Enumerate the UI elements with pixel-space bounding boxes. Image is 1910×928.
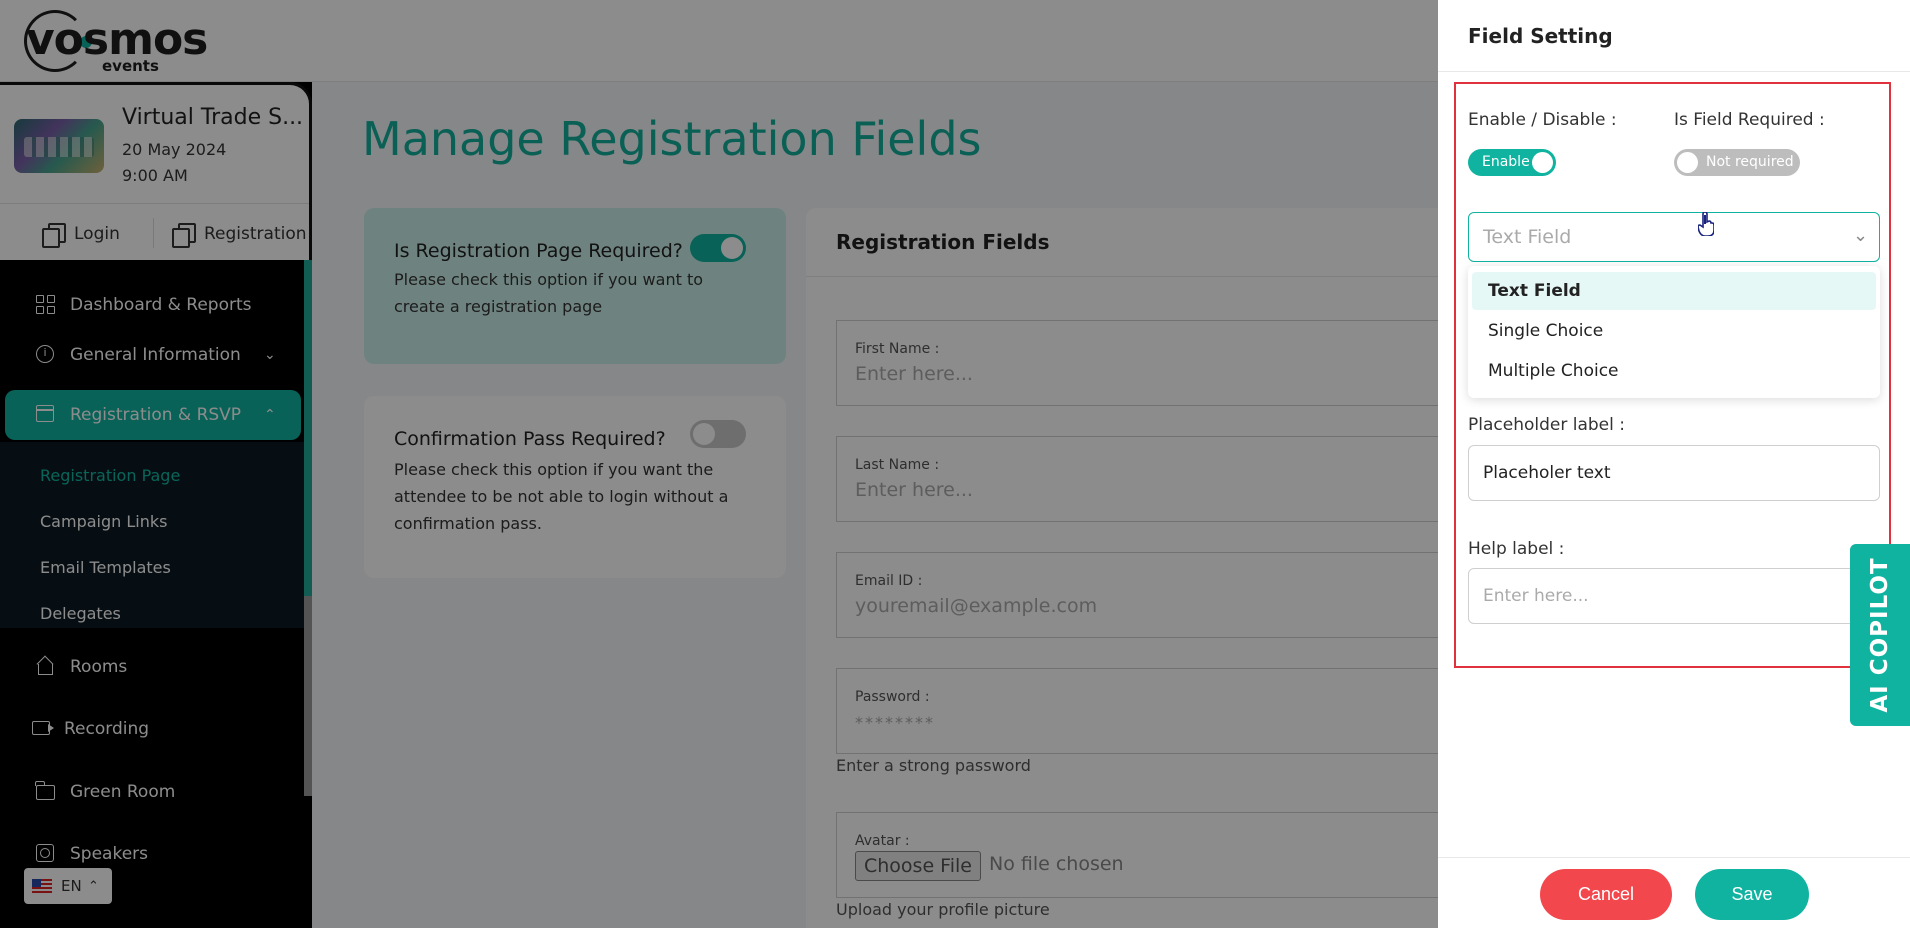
cancel-button[interactable]: Cancel <box>1540 869 1672 920</box>
save-button[interactable]: Save <box>1695 869 1809 920</box>
enable-disable-label: Enable / Disable : <box>1468 110 1617 130</box>
ai-copilot-label: AI COPILOT <box>1867 557 1893 713</box>
field-setting-panel: Field Setting Enable / Disable : Is Fiel… <box>1438 0 1910 928</box>
option-single-choice[interactable]: Single Choice <box>1472 312 1876 350</box>
panel-title: Field Setting <box>1468 24 1613 48</box>
help-label-heading: Help label : <box>1468 539 1565 559</box>
input-value: Placeholer text <box>1483 463 1611 483</box>
hand-cursor-icon <box>1698 212 1714 236</box>
option-text-field[interactable]: Text Field <box>1472 272 1876 310</box>
required-toggle[interactable]: Not required <box>1674 149 1800 176</box>
field-type-select[interactable]: Text Field ⌄ <box>1468 212 1880 262</box>
placeholder-label-heading: Placeholder label : <box>1468 415 1625 435</box>
help-label-input[interactable]: Enter here... <box>1468 568 1880 624</box>
enable-toggle[interactable]: Enable <box>1468 149 1556 176</box>
divider <box>1438 71 1910 72</box>
ai-copilot-tab[interactable]: AI COPILOT <box>1850 544 1910 726</box>
select-value: Text Field <box>1483 226 1572 248</box>
modal-backdrop[interactable] <box>0 0 1438 928</box>
option-multiple-choice[interactable]: Multiple Choice <box>1472 352 1876 390</box>
toggle-text: Enable <box>1482 154 1530 170</box>
divider <box>1438 857 1910 858</box>
toggle-knob <box>1677 152 1698 173</box>
input-placeholder: Enter here... <box>1483 586 1589 606</box>
placeholder-input[interactable]: Placeholer text <box>1468 445 1880 501</box>
chevron-down-icon: ⌄ <box>1853 225 1869 246</box>
field-type-dropdown: Text Field Single Choice Multiple Choice <box>1468 266 1880 398</box>
toggle-text: Not required <box>1706 154 1794 170</box>
field-required-label: Is Field Required : <box>1674 110 1825 130</box>
toggle-knob <box>1532 152 1553 173</box>
